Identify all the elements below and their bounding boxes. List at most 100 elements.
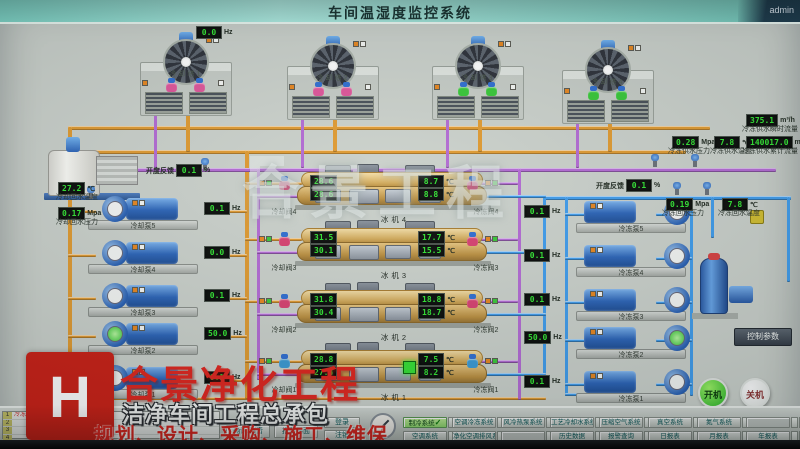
active-check-icon: ✓ [435,418,442,427]
cooling-tower[interactable]: 冷却塔10.0Hz [140,32,232,118]
cooling-tower[interactable]: 冷却塔4 [562,40,654,126]
alarm-screen-button[interactable]: 报警画面 [274,425,318,438]
cooling-pump[interactable]: 冷却泵10.1Hz [88,363,218,401]
tower-status-right [365,84,371,90]
chilled-valve-status [485,358,498,364]
pump-gauge-icon [669,374,685,390]
cooling-pump[interactable]: 冷却泵40.0Hz [88,238,218,276]
nav-button-nav_row1-5[interactable]: 压缩空气系统 [599,417,643,428]
stop-button[interactable]: 关机 [740,378,770,408]
tower-outlet-valve[interactable] [341,82,352,96]
pump-label: 冷冻泵4 [576,268,686,278]
cooling-pump[interactable]: 冷却泵30.1Hz [88,281,218,319]
chilled-valve[interactable] [467,232,478,246]
chilled-pump[interactable]: 冷冻泵250.0Hz [576,323,706,361]
tower-status-left [142,80,148,86]
status-indicator [590,329,596,335]
tower-fan-status [353,41,366,47]
pump-status [132,200,145,206]
cooling-valve[interactable] [279,232,290,246]
pump-frequency: 0.1Hz [204,289,241,302]
cooling-pump[interactable]: 冷却泵50.1Hz [88,194,218,232]
cooling-water-pipe [94,150,686,154]
login-button[interactable]: 登录 [324,417,360,428]
chiller-chilled-inlet-temp: 17.7℃ [418,231,455,244]
chiller-unit[interactable]: 28.827.47.5℃8.2℃冷却阀1冷冻阀1冰机1 [255,348,555,400]
cooling-tower[interactable]: 冷却塔3 [432,36,524,122]
tower-outlet-valve[interactable] [486,82,497,96]
alarm-row[interactable]: 3 [3,427,219,435]
tower-inlet-valve[interactable] [166,78,177,92]
tower-outlet-valve[interactable] [194,78,205,92]
pump-label: 冷却泵3 [88,308,198,318]
alarm-row[interactable]: 1冷冻回水压力低报警 [3,412,219,420]
chiller-unit[interactable]: 31.530.117.7℃15.5℃冷却阀3冷冻阀3冰机3 [255,226,555,278]
status-indicator [132,325,138,331]
status-indicator [485,180,491,186]
cooling-tower[interactable]: 冷却塔2 [287,36,379,122]
pump-status [132,325,145,331]
pump-label: 冷冻泵5 [576,224,686,234]
cooling-valve[interactable] [279,176,290,190]
right-reading-label: 冷冻回水压力 [662,210,704,218]
nav-button-nav_row1-7[interactable]: 氮气系统 [697,417,741,428]
cooling-tower-label: 冷却塔2 [287,73,379,83]
chiller-chilled-inlet-temp-unit: ℃ [446,356,454,364]
right-reading-label: 冷冻供水瞬时流量 [742,126,798,134]
chilled-valve[interactable] [467,354,478,368]
chiller-chilled-inlet-temp-unit: ℃ [446,178,454,186]
right-reading-unit: Mpa [695,201,709,208]
start-button[interactable]: 开机 [698,378,728,408]
pump-frequency-unit: Hz [232,292,241,299]
tower-inlet-valve[interactable] [313,82,324,96]
nav-button-nav_row1-1[interactable]: 制冷系统✓ [403,417,447,428]
tower-fan-status [498,41,511,47]
chilled-valve[interactable] [467,176,478,190]
cooling-valve-label: 冷却阀2 [255,325,313,335]
chiller-chilled-outlet-temp-value: 18.7 [418,306,445,319]
cooling-valve[interactable] [279,354,290,368]
chilled-valve-label: 冷冻阀1 [453,385,519,395]
nav-button-nav_row1-2[interactable]: 空调冷冻系统 [452,417,496,428]
pump-status [590,247,603,253]
alarm-row-number: 1 [3,412,12,419]
nav-button-nav_row1-6[interactable]: 真空系统 [648,417,692,428]
alarm-row[interactable]: 2 [3,420,219,428]
left-reading-label: 冷却回水压力 [56,219,98,227]
tower-inlet-valve[interactable] [458,82,469,96]
tower-fan-frequency-unit: Hz [224,29,233,36]
nav-button-nav_row1-3[interactable]: 风冷热泵系统 [501,417,545,428]
pump-frequency-value: 0.1 [204,371,230,384]
cooling-valve[interactable] [279,294,290,308]
status-indicator [132,200,138,206]
chiller-cooling-outlet-temp-value: 30.1 [310,244,337,257]
tower-outlet-valve[interactable] [616,86,627,100]
chilled-pump[interactable]: 冷冻泵30.1Hz [576,285,706,323]
chiller-chilled-outlet-temp-value: 8.8 [418,188,444,201]
chiller-cooling-outlet-temp-value: 30.4 [310,306,337,319]
alarm-row-text [12,427,14,433]
nav-button-nav_row1-4[interactable]: 工艺冷却水系统 [550,417,594,428]
chiller-cooling-outlet-temp: 27.4 [310,366,337,379]
status-indicator [492,236,498,242]
chiller-chilled-outlet-temp: 8.8℃ [418,188,454,201]
chiller-panel [385,189,411,203]
tower-louvre [481,96,519,118]
tower-louvre [189,92,227,114]
chilled-pump[interactable]: 冷冻泵10.1Hz [576,367,706,405]
cooling-pump[interactable]: 冷却泵250.0Hz [88,319,218,357]
chiller-unit[interactable]: 28.628.68.7℃8.8℃冷却阀4冷冻阀4冰机4 [255,170,555,222]
chilled-pump[interactable]: 冷冻泵40.1Hz [576,241,706,279]
cooling-valve-status [259,358,272,364]
scada-screen: 车间温湿度监控系统 admin 控制参数 开机 关机 冷却塔10.0Hz冷却塔2… [0,0,800,440]
pump-frequency: 0.1Hz [204,371,241,384]
alarm-list[interactable]: 1冷冻回水压力低报警234 [2,411,220,439]
alarm-ack-button[interactable]: 确认/消音 [226,425,270,438]
control-params-button[interactable]: 控制参数 [734,328,792,346]
tank-control-panel [96,156,138,185]
tower-inlet-valve[interactable] [588,86,599,100]
chiller-chilled-inlet-temp-unit: ℃ [447,296,455,304]
chilled-valve[interactable] [467,294,478,308]
chilled-valve-status [485,298,498,304]
chiller-unit[interactable]: 31.830.418.8℃18.7℃冷却阀2冷冻阀2冰机2 [255,288,555,340]
